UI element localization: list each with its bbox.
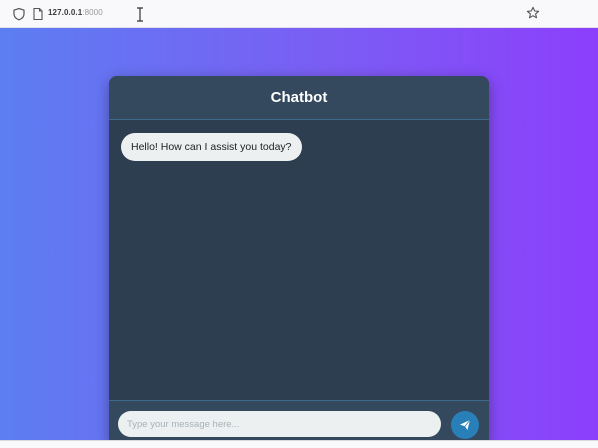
chat-messages: Hello! How can I assist you today? [109,120,489,400]
browser-bottom-edge [0,440,598,448]
text-cursor-icon [137,7,143,22]
shield-icon[interactable] [12,7,26,21]
bot-message: Hello! How can I assist you today? [121,133,302,161]
star-icon[interactable] [526,6,540,20]
page-icon [33,7,43,21]
chat-title: Chatbot [270,89,328,106]
page-viewport: Chatbot Hello! How can I assist you toda… [0,28,598,446]
address-bar[interactable]: 127.0.0.1:8000 [48,8,103,17]
chat-header: Chatbot [109,76,489,120]
paper-plane-icon [460,419,471,430]
url-host: 127.0.0.1 [48,8,83,17]
chat-window: Chatbot Hello! How can I assist you toda… [109,76,489,446]
send-button[interactable] [451,411,479,439]
browser-toolbar: 127.0.0.1:8000 [0,0,598,28]
message-input[interactable] [118,411,441,437]
url-port: :8000 [82,8,103,17]
